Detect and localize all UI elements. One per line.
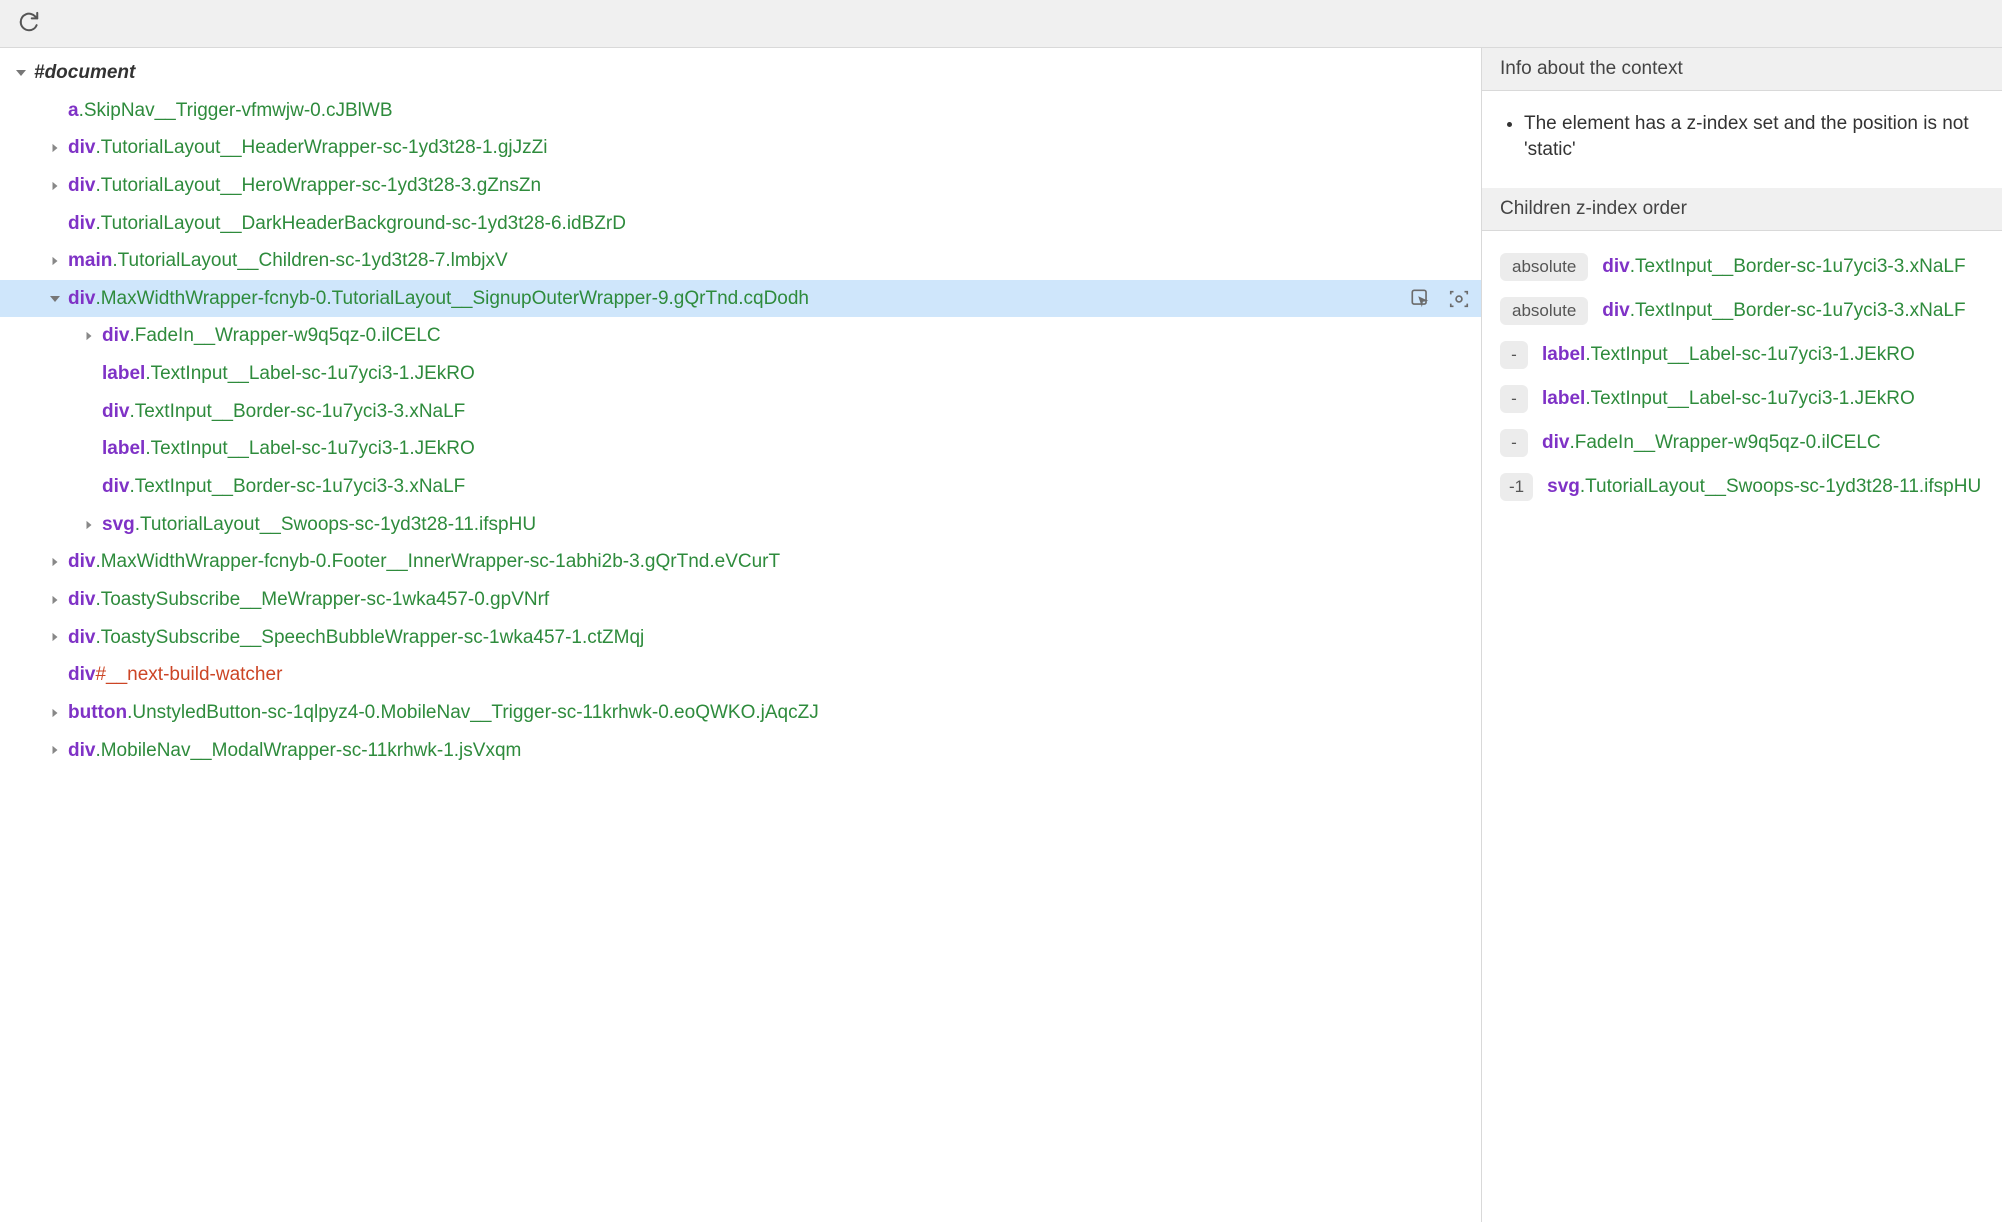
chevron-right-icon[interactable]	[48, 706, 62, 720]
dom-tree-pane[interactable]: #document a.SkipNav__Trigger-vfmwjw-0.cJ…	[0, 48, 1482, 1222]
toolbar	[0, 0, 2002, 48]
tree-node-label: main.TutorialLayout__Children-sc-1yd3t28…	[68, 248, 1471, 274]
tree-row[interactable]: label.TextInput__Label-sc-1u7yci3-1.JEkR…	[0, 430, 1481, 468]
tree-node-label: a.SkipNav__Trigger-vfmwjw-0.cJBlWB	[68, 98, 1471, 124]
tree-root-label: #document	[34, 60, 1471, 86]
tree-row[interactable]: div.MobileNav__ModalWrapper-sc-11krhwk-1…	[0, 732, 1481, 770]
chevron-down-icon[interactable]	[14, 66, 28, 80]
zorder-child-label: svg.TutorialLayout__Swoops-sc-1yd3t28-11…	[1547, 476, 1984, 498]
zorder-child[interactable]: absolute div.TextInput__Border-sc-1u7yci3…	[1500, 289, 1984, 333]
tree-node-label: div.TutorialLayout__HeaderWrapper-sc-1yd…	[68, 135, 1471, 161]
reload-button[interactable]	[12, 5, 46, 42]
tree-root-row[interactable]: #document	[0, 54, 1481, 92]
tree-node-label: div.TextInput__Border-sc-1u7yci3-3.xNaLF	[102, 474, 1471, 500]
tree-node-label: div#__next-build-watcher	[68, 662, 1471, 688]
chevron-right-icon[interactable]	[82, 518, 96, 532]
zorder-child[interactable]: absolute div.TextInput__Border-sc-1u7yci3…	[1500, 245, 1984, 289]
tree-row[interactable]: div#__next-build-watcher	[0, 656, 1481, 694]
zindex-badge: -	[1500, 429, 1528, 457]
tree-row[interactable]: label.TextInput__Label-sc-1u7yci3-1.JEkR…	[0, 355, 1481, 393]
main-split: #document a.SkipNav__Trigger-vfmwjw-0.cJ…	[0, 48, 2002, 1222]
zorder-child-label: label.TextInput__Label-sc-1u7yci3-1.JEkR…	[1542, 388, 1984, 410]
tree-row[interactable]: div.ToastySubscribe__SpeechBubbleWrapper…	[0, 619, 1481, 657]
app-root: #document a.SkipNav__Trigger-vfmwjw-0.cJ…	[0, 0, 2002, 1222]
chevron-down-icon[interactable]	[48, 292, 62, 306]
inspect-icon[interactable]	[1409, 287, 1433, 311]
tree-row[interactable]: div.FadeIn__Wrapper-w9q5qz-0.ilCELC	[0, 317, 1481, 355]
chevron-right-icon[interactable]	[48, 555, 62, 569]
tree-row[interactable]: button.UnstyledButton-sc-1qlpyz4-0.Mobil…	[0, 694, 1481, 732]
chevron-right-icon[interactable]	[48, 743, 62, 757]
chevron-right-icon[interactable]	[48, 141, 62, 155]
tree-row[interactable]: div.MaxWidthWrapper-fcnyb-0.TutorialLayo…	[0, 280, 1481, 318]
tree-row[interactable]: div.TutorialLayout__DarkHeaderBackground…	[0, 205, 1481, 243]
tree-node-label: div.ToastySubscribe__MeWrapper-sc-1wka45…	[68, 587, 1471, 613]
context-bullet: The element has a z-index set and the po…	[1524, 111, 1984, 162]
zorder-child-label: div.TextInput__Border-sc-1u7yci3-3.xNaLF	[1602, 300, 1984, 322]
chevron-right-icon[interactable]	[48, 630, 62, 644]
zindex-badge: -	[1500, 385, 1528, 413]
tree-node-label: div.ToastySubscribe__SpeechBubbleWrapper…	[68, 625, 1471, 651]
zorder-child[interactable]: -1 svg.TutorialLayout__Swoops-sc-1yd3t28-…	[1500, 465, 1984, 509]
tree-node-label: div.MaxWidthWrapper-fcnyb-0.TutorialLayo…	[68, 286, 1471, 312]
tree-row[interactable]: svg.TutorialLayout__Swoops-sc-1yd3t28-11…	[0, 506, 1481, 544]
zorder-child-label: label.TextInput__Label-sc-1u7yci3-1.JEkR…	[1542, 344, 1984, 366]
zorder-child[interactable]: -label.TextInput__Label-sc-1u7yci3-1.JEk…	[1500, 377, 1984, 421]
tree-node-label: label.TextInput__Label-sc-1u7yci3-1.JEkR…	[102, 361, 1471, 387]
screenshot-icon[interactable]	[1447, 287, 1471, 311]
tree-row-actions	[1409, 287, 1471, 311]
zorder-panel-header: Children z-index order	[1482, 188, 2002, 231]
zorder-child-label: div.TextInput__Border-sc-1u7yci3-3.xNaLF	[1602, 256, 1984, 278]
zindex-badge: absolute	[1500, 297, 1588, 325]
tree-node-label: div.MaxWidthWrapper-fcnyb-0.Footer__Inne…	[68, 549, 1471, 575]
zindex-badge: -	[1500, 341, 1528, 369]
chevron-right-icon[interactable]	[82, 329, 96, 343]
chevron-right-icon[interactable]	[48, 179, 62, 193]
tree-node-label: svg.TutorialLayout__Swoops-sc-1yd3t28-11…	[102, 512, 1471, 538]
tree-row[interactable]: div.TutorialLayout__HeaderWrapper-sc-1yd…	[0, 129, 1481, 167]
tree-node-label: button.UnstyledButton-sc-1qlpyz4-0.Mobil…	[68, 700, 1471, 726]
reload-icon	[18, 11, 40, 36]
side-pane: Info about the context The element has a…	[1482, 48, 2002, 1222]
tree-node-label: label.TextInput__Label-sc-1u7yci3-1.JEkR…	[102, 436, 1471, 462]
zorder-child[interactable]: -div.FadeIn__Wrapper-w9q5qz-0.ilCELC	[1500, 421, 1984, 465]
tree-row[interactable]: a.SkipNav__Trigger-vfmwjw-0.cJBlWB	[0, 92, 1481, 130]
zorder-panel-body: absolute div.TextInput__Border-sc-1u7yci3…	[1482, 231, 2002, 529]
tree-row[interactable]: main.TutorialLayout__Children-sc-1yd3t28…	[0, 242, 1481, 280]
tree-node-label: div.TutorialLayout__DarkHeaderBackground…	[68, 211, 1471, 237]
zorder-child-label: div.FadeIn__Wrapper-w9q5qz-0.ilCELC	[1542, 432, 1984, 454]
tree-node-label: div.TextInput__Border-sc-1u7yci3-3.xNaLF	[102, 399, 1471, 425]
chevron-right-icon[interactable]	[48, 254, 62, 268]
tree-row[interactable]: div.ToastySubscribe__MeWrapper-sc-1wka45…	[0, 581, 1481, 619]
context-panel-header: Info about the context	[1482, 48, 2002, 91]
zindex-badge: absolute	[1500, 253, 1588, 281]
tree-node-label: div.MobileNav__ModalWrapper-sc-11krhwk-1…	[68, 738, 1471, 764]
tree-row[interactable]: div.TextInput__Border-sc-1u7yci3-3.xNaLF	[0, 468, 1481, 506]
context-panel-body: The element has a z-index set and the po…	[1482, 91, 2002, 188]
tree-node-label: div.TutorialLayout__HeroWrapper-sc-1yd3t…	[68, 173, 1471, 199]
tree-row[interactable]: div.TextInput__Border-sc-1u7yci3-3.xNaLF	[0, 393, 1481, 431]
tree-row[interactable]: div.MaxWidthWrapper-fcnyb-0.Footer__Inne…	[0, 543, 1481, 581]
zorder-child[interactable]: -label.TextInput__Label-sc-1u7yci3-1.JEk…	[1500, 333, 1984, 377]
tree-row[interactable]: div.TutorialLayout__HeroWrapper-sc-1yd3t…	[0, 167, 1481, 205]
zindex-badge: -1	[1500, 473, 1533, 501]
tree-node-label: div.FadeIn__Wrapper-w9q5qz-0.ilCELC	[102, 323, 1471, 349]
chevron-right-icon[interactable]	[48, 593, 62, 607]
